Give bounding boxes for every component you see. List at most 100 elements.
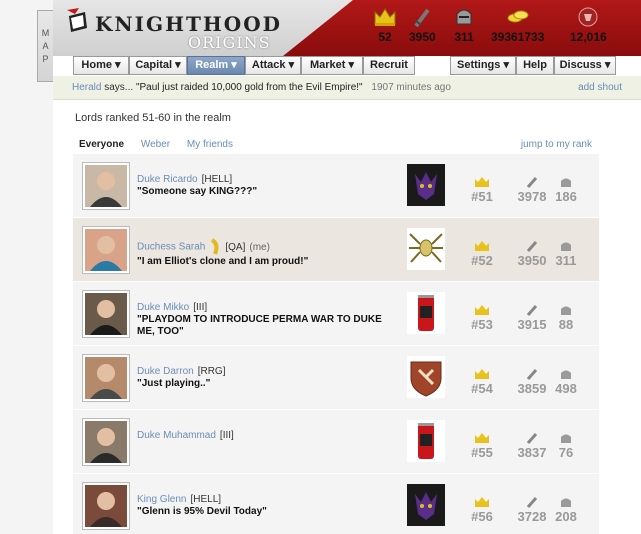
- knight-helmet-icon: [456, 9, 472, 25]
- lord-quote: "Glenn is 95% Devil Today": [137, 506, 267, 517]
- lord-land-value: 3837: [517, 445, 547, 460]
- lord-name-link[interactable]: Duchess Sarah: [137, 242, 205, 253]
- nav-help[interactable]: Help: [516, 56, 554, 75]
- avatar[interactable]: [82, 418, 130, 466]
- main-nav: Home ▾ Capital ▾ Realm ▾ Attack ▾ Market…: [53, 56, 641, 75]
- lord-land: 3978: [514, 176, 550, 204]
- gold-sword-icon: [211, 238, 219, 255]
- lord-land-value: 3728: [517, 509, 547, 524]
- sword-icon: [526, 177, 538, 188]
- nav-settings[interactable]: Settings ▾: [450, 56, 516, 75]
- lord-info: King Glenn [HELL] "Glenn is 95% Devil Toda…: [137, 494, 407, 518]
- clan-badge-icon[interactable]: [407, 484, 445, 526]
- lord-army-value: 186: [555, 189, 577, 204]
- clan-badge-icon[interactable]: [407, 292, 445, 334]
- lord-row[interactable]: Duke Mikko [III] "PLAYDOM TO INTRODUCE PER…: [73, 282, 599, 346]
- lord-land-value: 3950: [517, 253, 547, 268]
- nav-realm[interactable]: Realm ▾: [187, 56, 245, 75]
- sword-icon: [526, 241, 538, 252]
- lord-rank: #53: [467, 304, 497, 332]
- stat-honor-value: 12,016: [570, 30, 607, 44]
- avatar[interactable]: [82, 290, 130, 338]
- filter-weber[interactable]: Weber: [141, 139, 170, 150]
- nav-market-label: Market: [309, 59, 346, 71]
- lord-rank: #56: [467, 496, 497, 524]
- knight-helmet-icon: [561, 434, 571, 443]
- jump-to-rank-link[interactable]: jump to my rank: [521, 139, 592, 150]
- nav-discuss[interactable]: Discuss ▾: [554, 56, 616, 75]
- avatar[interactable]: [82, 226, 130, 274]
- shout-author-link[interactable]: Herald: [72, 82, 101, 93]
- knight-helmet-icon: [561, 178, 571, 187]
- lord-rank-value: #52: [471, 253, 493, 268]
- nav-capital[interactable]: Capital ▾: [129, 56, 187, 75]
- nav-settings-label: Settings: [457, 59, 501, 71]
- lord-army: 88: [552, 304, 580, 332]
- lord-quote: "Someone say KING???": [137, 186, 258, 197]
- nav-recruit[interactable]: Recruit: [363, 56, 415, 75]
- lord-land: 3950: [514, 240, 550, 268]
- avatar[interactable]: [82, 482, 130, 530]
- lord-name-link[interactable]: King Glenn: [137, 494, 186, 505]
- filter-tabs: Everyone Weber My friends: [79, 139, 247, 150]
- knight-helmet-icon: [561, 242, 571, 251]
- shout-message: "Paul just raided 10,000 gold from the E…: [135, 82, 363, 93]
- sword-icon: [414, 8, 430, 28]
- lord-row[interactable]: Duchess Sarah [QA] (me) "I am Elliot's clon…: [73, 218, 599, 282]
- lord-rank: #54: [467, 368, 497, 396]
- avatar[interactable]: [82, 354, 130, 402]
- map-letter: M: [41, 27, 50, 38]
- lord-army-value: 311: [555, 253, 577, 268]
- stat-rank: 52: [373, 6, 397, 44]
- map-tab[interactable]: M A P: [37, 10, 53, 82]
- lord-quote: "I am Elliot's clone and I am proud!": [137, 256, 309, 267]
- lord-land-value: 3915: [517, 317, 547, 332]
- lord-land-value: 3859: [517, 381, 547, 396]
- lord-clan: [III]: [193, 302, 208, 313]
- lord-name-link[interactable]: Duke Mikko: [137, 302, 189, 313]
- lord-name-link[interactable]: Duke Darron: [137, 366, 194, 377]
- clan-badge-icon[interactable]: [407, 420, 445, 462]
- lord-row[interactable]: Duke Muhammad [III] #55 3837 76: [73, 410, 599, 474]
- lord-clan: [III]: [219, 430, 234, 441]
- lord-quote: "Just playing..": [137, 378, 211, 389]
- lord-army-value: 88: [558, 317, 574, 332]
- page-title: Lords ranked 51-60 in the realm: [75, 112, 231, 124]
- lord-quote-line2: ME, TOO": [137, 326, 184, 337]
- nav-home-label: Home: [81, 59, 112, 71]
- knight-logo-icon[interactable]: [65, 8, 93, 34]
- clan-badge-icon[interactable]: [407, 164, 445, 206]
- lord-info: Duke Darron [RRG] "Just playing..": [137, 366, 407, 390]
- clan-badge-icon[interactable]: [407, 228, 445, 270]
- nav-realm-label: Realm: [195, 59, 229, 71]
- lord-row[interactable]: Duke Darron [RRG] "Just playing.." #54 3859 4…: [73, 346, 599, 410]
- nav-recruit-label: Recruit: [370, 59, 408, 71]
- lord-army: 498: [552, 368, 580, 396]
- nav-home[interactable]: Home ▾: [73, 56, 129, 75]
- nav-market[interactable]: Market ▾: [301, 56, 363, 75]
- clan-badge-icon[interactable]: [407, 356, 445, 398]
- add-shout-link[interactable]: add shout: [578, 76, 622, 100]
- lord-name-link[interactable]: Duke Ricardo: [137, 174, 198, 185]
- filter-everyone[interactable]: Everyone: [79, 139, 124, 150]
- lord-army-value: 498: [555, 381, 577, 396]
- nav-help-label: Help: [523, 59, 547, 71]
- avatar[interactable]: [82, 162, 130, 210]
- lord-row[interactable]: King Glenn [HELL] "Glenn is 95% Devil Toda…: [73, 474, 599, 534]
- shout-time: 1907 minutes ago: [371, 82, 451, 93]
- game-subtitle: ORIGINS: [188, 33, 271, 52]
- page: M A P KNIGHTHOOD ORIGINS 52 3950 311 393…: [0, 0, 641, 534]
- filter-my-friends[interactable]: My friends: [187, 139, 233, 150]
- nav-attack[interactable]: Attack ▾: [245, 56, 301, 75]
- lord-rank-value: #51: [471, 189, 493, 204]
- lord-rank: #55: [467, 432, 497, 460]
- lord-rank-value: #53: [471, 317, 493, 332]
- lord-army: 311: [552, 240, 580, 268]
- stat-land: 3950: [409, 6, 436, 44]
- lord-name-link[interactable]: Duke Muhammad: [137, 430, 216, 441]
- lord-army-value: 208: [555, 509, 577, 524]
- main-panel: KNIGHTHOOD ORIGINS 52 3950 311 39361733 …: [53, 0, 641, 534]
- lord-row[interactable]: Duke Ricardo [HELL] "Someone say KING???" #…: [73, 154, 599, 218]
- lord-land: 3859: [514, 368, 550, 396]
- gold-coins-icon: [507, 10, 529, 23]
